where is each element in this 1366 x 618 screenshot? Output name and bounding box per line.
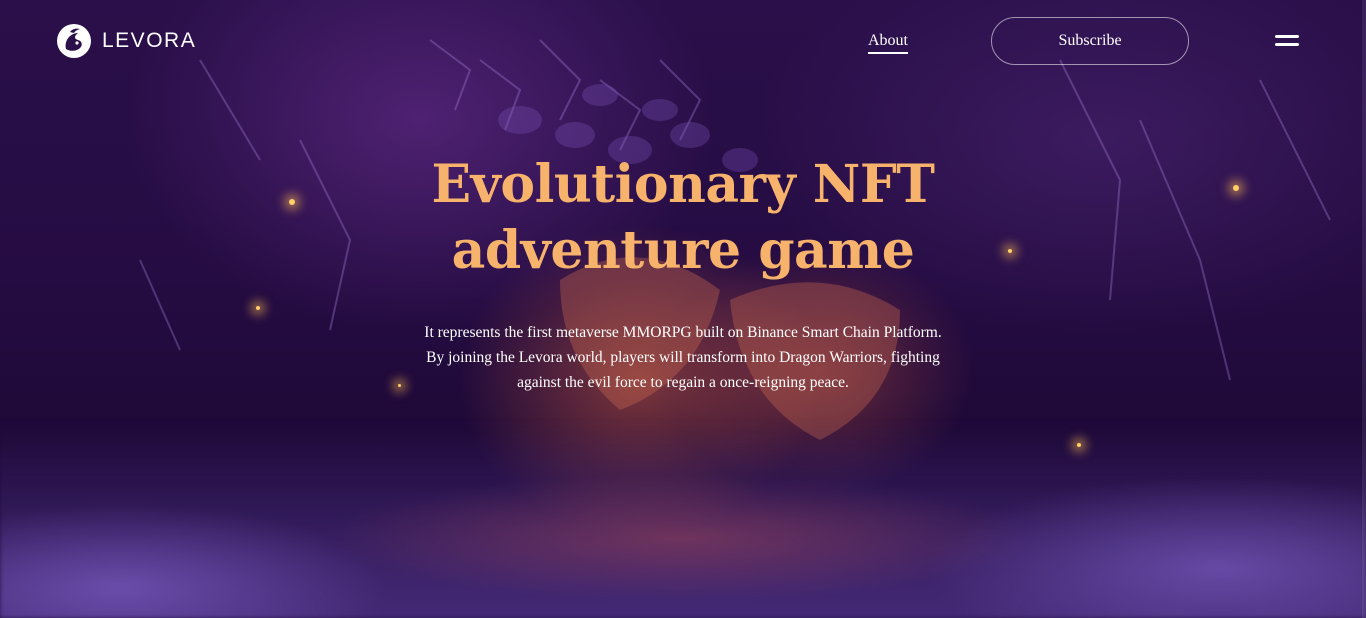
hero-title-line: adventure game: [451, 220, 915, 281]
hero-description-line: It represents the first metaverse MMORPG…: [424, 324, 942, 341]
dragon-logo-icon: [57, 24, 91, 58]
subscribe-button[interactable]: Subscribe: [991, 17, 1189, 65]
hero-description-line: against the evil force to regain a once-…: [517, 374, 849, 391]
brand-home-link[interactable]: LEVORA: [56, 23, 196, 59]
hero-section: Evolutionary NFT adventure game It repre…: [0, 152, 1366, 395]
top-navbar: LEVORA About Subscribe: [0, 0, 1366, 84]
fog-overlay: [0, 418, 1366, 618]
page-scrollbar[interactable]: [1362, 0, 1366, 618]
nav-link-about[interactable]: About: [868, 31, 908, 54]
menu-bar: [1275, 35, 1299, 38]
hero-title-line: Evolutionary NFT: [431, 154, 935, 215]
hamburger-menu-icon[interactable]: [1275, 35, 1301, 51]
menu-bar: [1275, 43, 1299, 46]
ember-glow: [1077, 443, 1081, 447]
hero-title: Evolutionary NFT adventure game: [0, 152, 1366, 284]
brand-name: LEVORA: [102, 29, 197, 52]
landing-page: LEVORA About Subscribe Evolutionary NFT …: [0, 0, 1366, 618]
hero-description: It represents the first metaverse MMORPG…: [403, 320, 963, 395]
hero-description-line: By joining the Levora world, players wil…: [426, 349, 940, 366]
